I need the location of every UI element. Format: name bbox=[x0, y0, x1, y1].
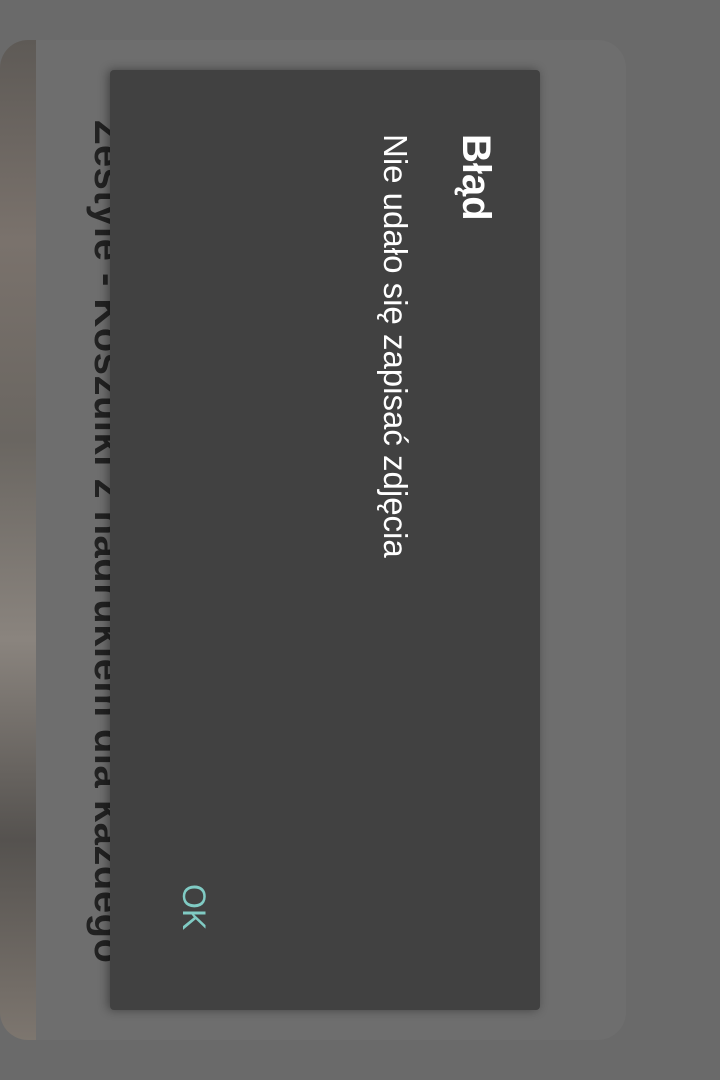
dialog-title: Błąd bbox=[454, 134, 498, 221]
rotated-content: Zestyle - Koszulki z nadrukiem dla każde… bbox=[0, 0, 720, 1080]
rotated-viewport: Zestyle - Koszulki z nadrukiem dla każde… bbox=[0, 0, 720, 1080]
error-dialog: Błąd Nie udało się zapisać zdjęcia OK bbox=[110, 70, 540, 1010]
ok-button[interactable]: OK bbox=[167, 870, 220, 944]
card-image bbox=[0, 40, 36, 1040]
dialog-message: Nie udało się zapisać zdjęcia bbox=[377, 134, 414, 558]
screen: Zestyle - Koszulki z nadrukiem dla każde… bbox=[0, 0, 720, 1080]
